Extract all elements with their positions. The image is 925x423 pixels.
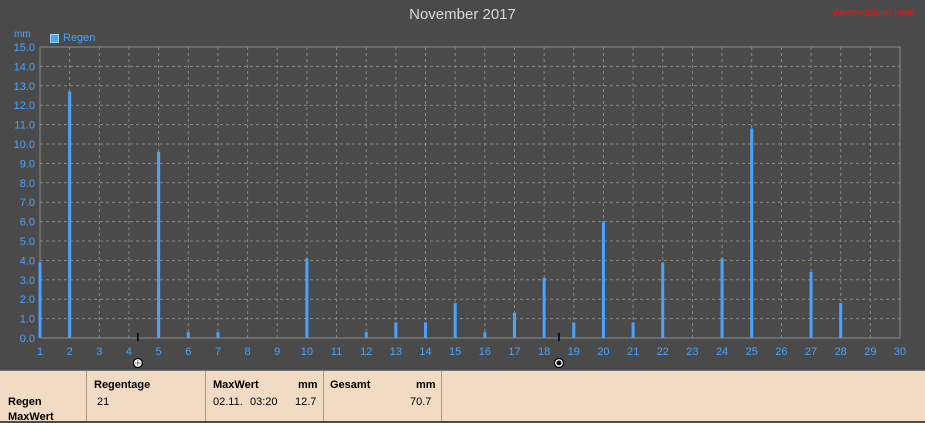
x-tick-label: 17	[508, 346, 520, 358]
rain-bar	[394, 322, 398, 338]
rain-bar	[839, 303, 843, 338]
x-tick-label: 18	[538, 346, 550, 358]
y-tick-label: 8.0	[20, 178, 35, 190]
gesamt-value: 70.7	[410, 396, 432, 408]
rain-bar	[453, 303, 457, 338]
summary-regentage-cell: Regentage 21	[87, 371, 206, 421]
gesamt-unit: mm	[416, 379, 436, 391]
x-tick-label: 27	[805, 346, 817, 358]
y-tick-label: 14.0	[14, 61, 35, 73]
regentage-value: 21	[97, 396, 110, 408]
rain-bar	[157, 151, 161, 338]
y-tick-label: 5.0	[20, 236, 35, 248]
rain-bar	[542, 277, 546, 338]
rain-bar	[809, 272, 813, 338]
x-tick-label: 19	[568, 346, 580, 358]
maxwert-time: 03:20	[250, 396, 278, 408]
x-tick-label: 11	[331, 346, 342, 358]
rain-bar	[720, 258, 724, 338]
maxwert-unit: mm	[298, 379, 318, 391]
x-tick-label: 30	[894, 346, 906, 358]
x-tick-label: 4	[126, 346, 132, 358]
x-tick-label: 5	[156, 346, 162, 358]
summary-row-label-regen: Regen	[8, 396, 42, 408]
y-tick-label: 6.0	[20, 217, 35, 229]
summary-row-label-maxwert: MaxWert	[8, 411, 54, 423]
chart-svg: 0.01.02.03.04.05.06.07.08.09.010.011.012…	[14, 42, 906, 369]
x-tick-label: 1	[37, 346, 43, 358]
x-tick-label: 24	[716, 346, 728, 358]
gesamt-header: Gesamt	[330, 379, 371, 391]
x-tick-label: 26	[775, 346, 787, 358]
rain-bar	[38, 262, 42, 338]
y-tick-label: 0.0	[20, 333, 35, 345]
x-tick-label: 2	[67, 346, 73, 358]
y-tick-label: 13.0	[14, 81, 35, 93]
x-tick-label: 29	[864, 346, 876, 358]
x-tick-label: 25	[746, 346, 758, 358]
rain-bar	[601, 221, 605, 338]
rain-bar	[186, 332, 190, 338]
regentage-header: Regentage	[94, 379, 151, 391]
rain-bar	[364, 332, 368, 338]
x-tick-label: 7	[215, 346, 221, 358]
rain-bar	[512, 312, 516, 338]
y-tick-label: 12.0	[14, 100, 35, 112]
chart-area: November 2017 Wetterstation Hale mm Rege…	[0, 0, 925, 370]
y-tick-label: 3.0	[20, 275, 35, 287]
x-tick-label: 28	[835, 346, 847, 358]
plot-border	[39, 46, 901, 339]
x-tick-label: 15	[449, 346, 461, 358]
x-tick-label: 14	[419, 346, 431, 358]
rain-bar	[631, 322, 635, 338]
y-tick-label: 15.0	[14, 42, 35, 54]
rain-bar	[68, 91, 72, 339]
x-tick-label: 9	[274, 346, 280, 358]
x-tick-label: 6	[185, 346, 191, 358]
y-tick-label: 7.0	[20, 197, 35, 209]
x-tick-label: 3	[96, 346, 102, 358]
x-tick-label: 12	[360, 346, 372, 358]
x-tick-label: 22	[657, 346, 669, 358]
rain-bar	[572, 322, 576, 338]
y-tick-label: 11.0	[14, 120, 35, 132]
y-tick-label: 4.0	[20, 255, 35, 267]
rain-bar	[305, 258, 309, 338]
summary-row-labels: Regen MaxWert	[0, 371, 87, 423]
rain-bar	[424, 322, 428, 338]
y-tick-label: 2.0	[20, 294, 35, 306]
rain-bar	[483, 332, 487, 338]
new-moon-icon-core	[556, 360, 562, 366]
rain-bar	[216, 332, 220, 338]
summary-maxwert-cell: MaxWert mm 02.11. 03:20 12.7	[206, 371, 324, 421]
summary-gesamt-cell: Gesamt mm 70.7	[324, 371, 442, 421]
x-tick-label: 10	[301, 346, 313, 358]
x-tick-label: 23	[686, 346, 698, 358]
x-tick-label: 8	[245, 346, 251, 358]
x-tick-label: 20	[597, 346, 609, 358]
x-tick-label: 13	[390, 346, 402, 358]
x-tick-label: 21	[627, 346, 639, 358]
rain-bar	[750, 128, 754, 338]
y-tick-label: 9.0	[20, 158, 35, 170]
y-tick-label: 1.0	[20, 314, 35, 326]
summary-panel: Regen MaxWert Regentage 21 MaxWert mm 02…	[0, 370, 925, 423]
maxwert-header: MaxWert	[213, 379, 259, 391]
x-tick-label: 16	[479, 346, 491, 358]
maxwert-date: 02.11.	[213, 396, 243, 408]
maxwert-value: 12.7	[295, 396, 317, 408]
rain-bar	[661, 262, 665, 338]
y-tick-label: 10.0	[14, 139, 35, 151]
